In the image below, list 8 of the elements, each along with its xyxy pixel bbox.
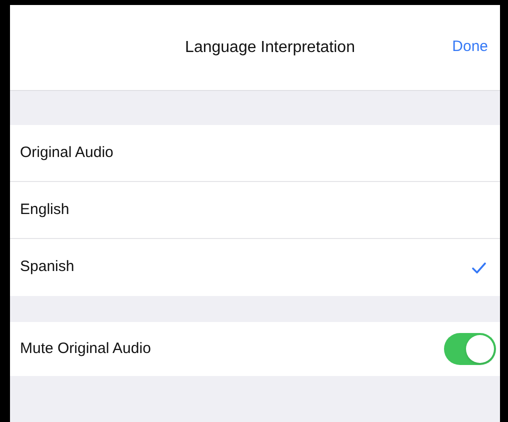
language-option[interactable]: English: [10, 182, 500, 239]
checkmark-icon: [472, 262, 486, 274]
done-button[interactable]: Done: [452, 36, 488, 59]
header-title: Language Interpretation: [185, 38, 355, 58]
language-option[interactable]: Spanish: [10, 239, 500, 296]
language-option[interactable]: Original Audio: [10, 125, 500, 182]
mute-label: Mute Original Audio: [20, 338, 151, 359]
mute-toggle[interactable]: [444, 333, 496, 365]
